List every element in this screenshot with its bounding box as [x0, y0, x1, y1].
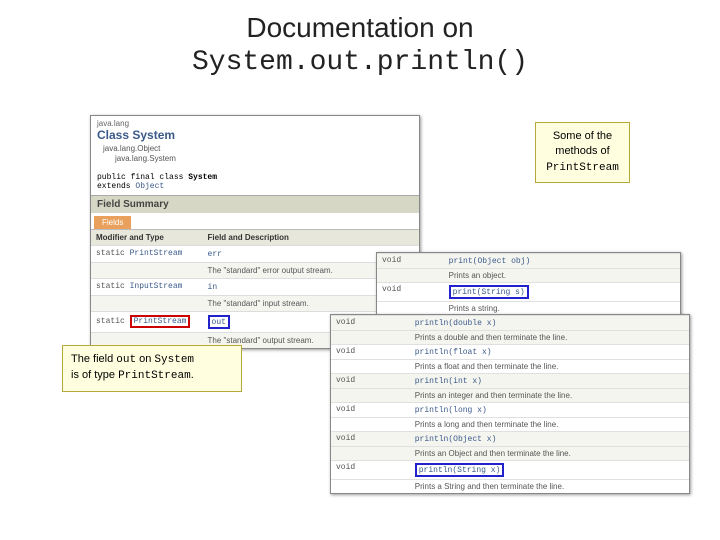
method-desc: Prints an integer and then terminate the… — [410, 389, 689, 403]
method-signature[interactable]: println(Object x) — [410, 432, 689, 447]
method-return: void — [377, 283, 444, 302]
method-return: void — [331, 374, 410, 389]
slide-title: Documentation on System.out.println() — [0, 0, 720, 78]
method-return: void — [331, 316, 410, 331]
field-summary-header: Field Summary — [91, 195, 419, 213]
method-signature[interactable]: println(double x) — [410, 316, 689, 331]
printstream-methods-bottom: voidprintln(double x) Prints a double an… — [330, 314, 690, 494]
title-code: System.out.println() — [192, 47, 528, 78]
method-desc: Prints an Object and then terminate the … — [410, 447, 689, 461]
title-text: Documentation on — [246, 12, 473, 43]
javadoc-hierarchy: java.lang.Object java.lang.System — [91, 144, 419, 169]
method-signature[interactable]: println(String x) — [410, 461, 689, 480]
callout-field-out: The field out on System is of type Print… — [62, 345, 242, 392]
field-modifier: static PrintStream — [91, 311, 203, 332]
javadoc-signature: public final class System extends Object — [91, 169, 419, 195]
method-desc: Prints a long and then terminate the lin… — [410, 418, 689, 432]
method-desc: Prints a String and then terminate the l… — [410, 480, 689, 494]
callout-printstream-methods: Some of the methods of PrintStream — [535, 122, 630, 183]
field-modifier: static PrintStream — [91, 245, 203, 262]
col-description: Field and Description — [203, 229, 419, 245]
col-modifier: Modifier and Type — [91, 229, 203, 245]
javadoc-package: java.lang — [91, 116, 419, 128]
method-signature[interactable]: println(int x) — [410, 374, 689, 389]
method-signature[interactable]: print(Object obj) — [444, 254, 680, 269]
fields-tab[interactable]: Fields — [94, 216, 131, 229]
method-return: void — [331, 461, 410, 480]
method-signature[interactable]: print(String s) — [444, 283, 680, 302]
method-return: void — [377, 254, 444, 269]
method-return: void — [331, 403, 410, 418]
javadoc-class-name: Class System — [91, 128, 419, 144]
method-return: void — [331, 432, 410, 447]
hier-line: java.lang.System — [103, 154, 413, 164]
method-desc: Prints a double and then terminate the l… — [410, 331, 689, 345]
method-return: void — [331, 345, 410, 360]
method-desc: Prints an object. — [444, 269, 680, 283]
hier-line: java.lang.Object — [103, 144, 413, 154]
method-desc: Prints a float and then terminate the li… — [410, 360, 689, 374]
method-signature[interactable]: println(float x) — [410, 345, 689, 360]
field-modifier: static InputStream — [91, 278, 203, 295]
method-signature[interactable]: println(long x) — [410, 403, 689, 418]
